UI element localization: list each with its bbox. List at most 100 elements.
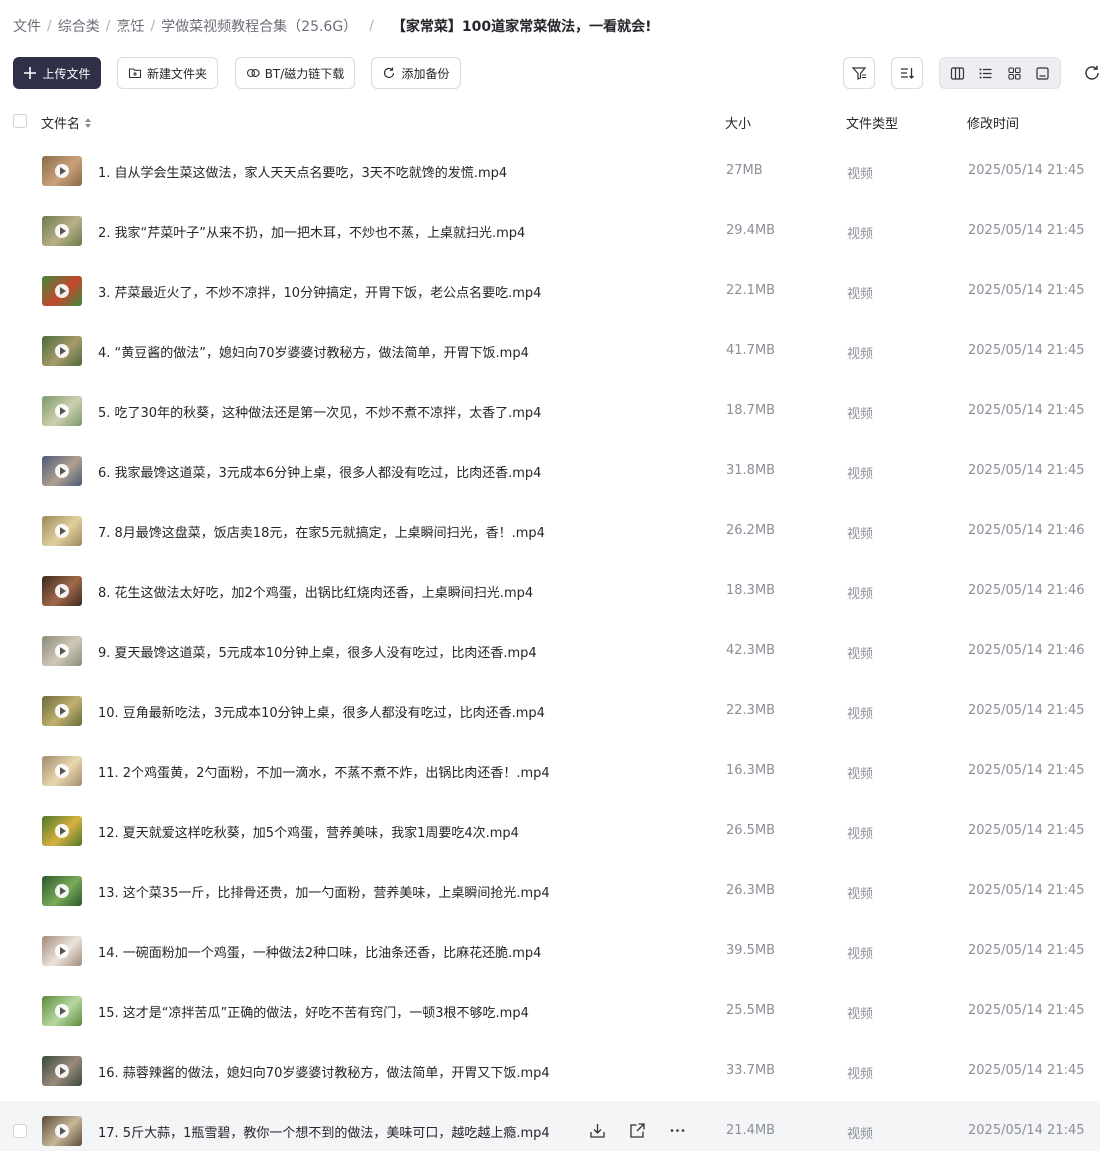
- select-all-checkbox[interactable]: [13, 114, 27, 128]
- play-icon: [55, 1124, 69, 1138]
- video-thumbnail[interactable]: [42, 276, 82, 306]
- file-row[interactable]: 17. 5斤大蒜，1瓶雪碧，教你一个想不到的做法，美味可口，越吃越上瘾.mp4 2…: [0, 1101, 1100, 1151]
- file-name[interactable]: 11. 2个鸡蛋黄，2勺面粉，不加一滴水，不蒸不煮不炸，出锅比肉还香！.mp4: [98, 762, 550, 781]
- video-thumbnail[interactable]: [42, 576, 82, 606]
- bt-magnet-download-button[interactable]: BT/磁力链下载: [235, 57, 355, 89]
- view-list-option[interactable]: [972, 60, 1001, 86]
- file-name[interactable]: 3. 芹菜最近火了，不炒不凉拌，10分钟搞定，开胃下饭，老公点名要吃.mp4: [98, 282, 541, 301]
- video-thumbnail[interactable]: [42, 1116, 82, 1146]
- file-name[interactable]: 2. 我家“芹菜叶子”从来不扔，加一把木耳，不炒也不蒸，上桌就扫光.mp4: [98, 222, 525, 241]
- video-thumbnail[interactable]: [42, 216, 82, 246]
- file-name[interactable]: 4. “黄豆酱的做法”，媳妇向70岁婆婆讨教秘方，做法简单，开胃下饭.mp4: [98, 342, 529, 361]
- file-row[interactable]: 8. 花生这做法太好吃，加2个鸡蛋，出锅比红烧肉还香，上桌瞬间扫光.mp4 18.…: [0, 561, 1100, 621]
- file-modified-time: 2025/05/14 21:46: [968, 643, 1085, 658]
- file-row[interactable]: 15. 这才是“凉拌苦瓜”正确的做法，好吃不苦有窍门，一顿3根不够吃.mp4 25…: [0, 981, 1100, 1041]
- row-checkbox[interactable]: [13, 1124, 27, 1138]
- filter-button[interactable]: [843, 57, 875, 89]
- file-type: 视频: [847, 1067, 874, 1082]
- file-row[interactable]: 3. 芹菜最近火了，不炒不凉拌，10分钟搞定，开胃下饭，老公点名要吃.mp4 22…: [0, 261, 1100, 321]
- file-name[interactable]: 9. 夏天最馋这道菜，5元成本10分钟上桌，很多人没有吃过，比肉还香.mp4: [98, 642, 537, 661]
- play-icon: [55, 344, 69, 358]
- file-modified-time: 2025/05/14 21:45: [968, 703, 1085, 718]
- bt-magnet-label: BT/磁力链下载: [264, 66, 345, 81]
- file-name[interactable]: 17. 5斤大蒜，1瓶雪碧，教你一个想不到的做法，美味可口，越吃越上瘾.mp4: [98, 1122, 550, 1141]
- file-row[interactable]: 12. 夏天就爱这样吃秋葵，加5个鸡蛋，营养美味，我家1周要吃4次.mp4 26.…: [0, 801, 1100, 861]
- sort-button[interactable]: [891, 57, 923, 89]
- column-header-type[interactable]: 文件类型: [846, 113, 898, 132]
- breadcrumb: 文件 / 综合类 / 烹饪 / 学做菜视频教程合集（25.6G） / 【家常菜】…: [13, 15, 652, 37]
- file-name[interactable]: 14. 一碗面粉加一个鸡蛋，一种做法2种口味，比油条还香，比麻花还脆.mp4: [98, 942, 541, 961]
- play-icon: [55, 164, 69, 178]
- file-type: 视频: [847, 167, 874, 182]
- file-row[interactable]: 7. 8月最馋这盘菜，饭店卖18元，在家5元就搞定，上桌瞬间扫光，香！.mp4 2…: [0, 501, 1100, 561]
- refresh-icon[interactable]: [1083, 64, 1100, 82]
- video-thumbnail[interactable]: [42, 816, 82, 846]
- file-row[interactable]: 13. 这个菜35一斤，比排骨还贵，加一勺面粉，营养美味，上桌瞬间抢光.mp4 2…: [0, 861, 1100, 921]
- file-row[interactable]: 16. 蒜蓉辣酱的做法，媳妇向70岁婆婆讨教秘方，做法简单，开胃又下饭.mp4 3…: [0, 1041, 1100, 1101]
- file-type: 视频: [847, 467, 874, 482]
- file-name[interactable]: 7. 8月最馋这盘菜，饭店卖18元，在家5元就搞定，上桌瞬间扫光，香！.mp4: [98, 522, 545, 541]
- download-icon[interactable]: [588, 1121, 606, 1139]
- view-columns-option[interactable]: [943, 60, 972, 86]
- file-row[interactable]: 5. 吃了30年的秋葵，这种做法还是第一次见，不炒不煮不凉拌，太香了.mp4 18…: [0, 381, 1100, 441]
- file-row[interactable]: 1. 自从学会生菜这做法，家人天天点名要吃，3天不吃就馋的发慌.mp4 27MB 视…: [0, 141, 1100, 201]
- file-name[interactable]: 10. 豆角最新吃法，3元成本10分钟上桌，很多人都没有吃过，比肉还香.mp4: [98, 702, 545, 721]
- add-backup-button[interactable]: 添加备份: [371, 57, 461, 89]
- file-name[interactable]: 5. 吃了30年的秋葵，这种做法还是第一次见，不炒不煮不凉拌，太香了.mp4: [98, 402, 541, 421]
- file-row[interactable]: 6. 我家最馋这道菜，3元成本6分钟上桌，很多人都没有吃过，比肉还香.mp4 31…: [0, 441, 1100, 501]
- file-name[interactable]: 8. 花生这做法太好吃，加2个鸡蛋，出锅比红烧肉还香，上桌瞬间扫光.mp4: [98, 582, 533, 601]
- new-folder-button[interactable]: 新建文件夹: [117, 57, 218, 89]
- video-thumbnail[interactable]: [42, 696, 82, 726]
- file-name[interactable]: 12. 夏天就爱这样吃秋葵，加5个鸡蛋，营养美味，我家1周要吃4次.mp4: [98, 822, 519, 841]
- column-header-size[interactable]: 大小: [725, 113, 751, 132]
- file-row[interactable]: 11. 2个鸡蛋黄，2勺面粉，不加一滴水，不蒸不煮不炸，出锅比肉还香！.mp4 1…: [0, 741, 1100, 801]
- view-grid-option[interactable]: [1000, 60, 1029, 86]
- file-type: 视频: [847, 287, 874, 302]
- file-type: 视频: [847, 227, 874, 242]
- upload-file-button[interactable]: 上传文件: [13, 57, 101, 89]
- column-header-modified[interactable]: 修改时间: [967, 113, 1019, 132]
- video-thumbnail[interactable]: [42, 456, 82, 486]
- columns-view-icon: [950, 66, 964, 80]
- more-icon[interactable]: [668, 1121, 686, 1139]
- video-thumbnail[interactable]: [42, 876, 82, 906]
- file-row[interactable]: 9. 夏天最馋这道菜，5元成本10分钟上桌，很多人没有吃过，比肉还香.mp4 42…: [0, 621, 1100, 681]
- file-name[interactable]: 16. 蒜蓉辣酱的做法，媳妇向70岁婆婆讨教秘方，做法简单，开胃又下饭.mp4: [98, 1062, 550, 1081]
- video-thumbnail[interactable]: [42, 756, 82, 786]
- view-preview-option[interactable]: [1029, 60, 1058, 86]
- share-icon[interactable]: [628, 1121, 646, 1139]
- file-row[interactable]: 2. 我家“芹菜叶子”从来不扔，加一把木耳，不炒也不蒸，上桌就扫光.mp4 29.…: [0, 201, 1100, 261]
- file-name[interactable]: 6. 我家最馋这道菜，3元成本6分钟上桌，很多人都没有吃过，比肉还香.mp4: [98, 462, 541, 481]
- video-thumbnail[interactable]: [42, 996, 82, 1026]
- file-row[interactable]: 4. “黄豆酱的做法”，媳妇向70岁婆婆讨教秘方，做法简单，开胃下饭.mp4 41…: [0, 321, 1100, 381]
- column-header-name[interactable]: 文件名: [41, 113, 92, 132]
- file-row[interactable]: 10. 豆角最新吃法，3元成本10分钟上桌，很多人都没有吃过，比肉还香.mp4 2…: [0, 681, 1100, 741]
- breadcrumb-item-files[interactable]: 文件: [13, 16, 41, 36]
- file-name[interactable]: 13. 这个菜35一斤，比排骨还贵，加一勺面粉，营养美味，上桌瞬间抢光.mp4: [98, 882, 550, 901]
- play-icon: [55, 464, 69, 478]
- file-modified-time: 2025/05/14 21:46: [968, 583, 1085, 598]
- file-size: 22.3MB: [726, 703, 776, 718]
- breadcrumb-item-collection[interactable]: 学做菜视频教程合集（25.6G）: [161, 16, 357, 36]
- file-name[interactable]: 15. 这才是“凉拌苦瓜”正确的做法，好吃不苦有窍门，一顿3根不够吃.mp4: [98, 1002, 529, 1021]
- file-type: 视频: [847, 407, 874, 422]
- video-thumbnail[interactable]: [42, 336, 82, 366]
- video-thumbnail[interactable]: [42, 156, 82, 186]
- breadcrumb-item-cooking[interactable]: 烹饪: [116, 16, 144, 36]
- file-size: 21.4MB: [726, 1123, 776, 1138]
- file-type: 视频: [847, 947, 874, 962]
- breadcrumb-item-general[interactable]: 综合类: [58, 16, 100, 36]
- video-thumbnail[interactable]: [42, 1056, 82, 1086]
- file-row[interactable]: 14. 一碗面粉加一个鸡蛋，一种做法2种口味，比油条还香，比麻花还脆.mp4 39…: [0, 921, 1100, 981]
- video-thumbnail[interactable]: [42, 936, 82, 966]
- video-thumbnail[interactable]: [42, 396, 82, 426]
- sort-toggle-icon: [85, 117, 92, 128]
- video-thumbnail[interactable]: [42, 516, 82, 546]
- file-type: 视频: [847, 587, 874, 602]
- video-thumbnail[interactable]: [42, 636, 82, 666]
- file-size: 39.5MB: [726, 943, 776, 958]
- play-icon: [55, 824, 69, 838]
- file-modified-time: 2025/05/14 21:45: [968, 823, 1085, 838]
- file-name[interactable]: 1. 自从学会生菜这做法，家人天天点名要吃，3天不吃就馋的发慌.mp4: [98, 162, 507, 181]
- file-modified-time: 2025/05/14 21:45: [968, 283, 1085, 298]
